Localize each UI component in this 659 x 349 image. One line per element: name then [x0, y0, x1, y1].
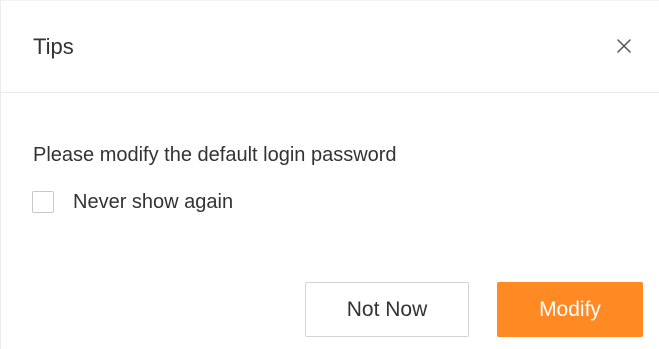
close-icon	[616, 38, 632, 54]
never-show-again-checkbox[interactable]	[32, 191, 54, 213]
tips-dialog: Tips Please modify the default login pas…	[0, 0, 659, 349]
never-show-again-label: Never show again	[73, 191, 234, 213]
dialog-title: Tips	[33, 34, 74, 59]
never-show-again-option[interactable]: Never show again	[32, 187, 233, 217]
dialog-message: Please modify the default login password	[33, 144, 397, 166]
close-button[interactable]	[607, 29, 641, 63]
modify-button[interactable]: Modify	[497, 282, 643, 337]
not-now-button[interactable]: Not Now	[305, 282, 469, 337]
dialog-header: Tips	[1, 1, 659, 93]
